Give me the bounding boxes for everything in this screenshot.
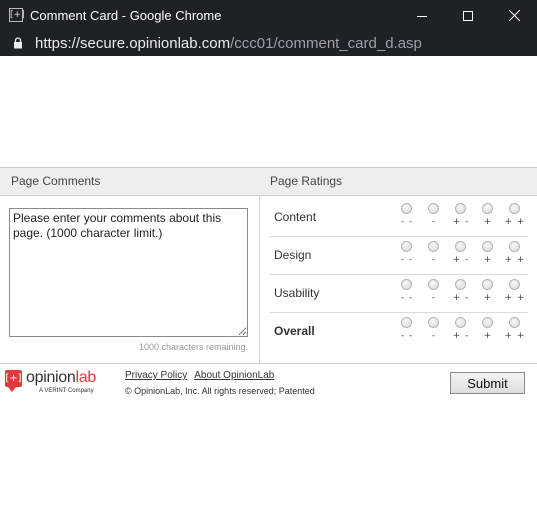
rating-scale-label: - — [431, 331, 437, 341]
minimize-button[interactable] — [399, 0, 445, 31]
rating-option: + — [476, 279, 500, 307]
column-divider — [259, 196, 260, 363]
panel-header-bar: Page Comments Page Ratings — [0, 167, 537, 196]
rating-option: - - — [395, 317, 419, 345]
rating-option: + — [476, 317, 500, 345]
footer-links: Privacy Policy About OpinionLab — [125, 370, 281, 381]
rating-label: Usability — [274, 286, 320, 300]
rating-label: Design — [274, 248, 312, 262]
submit-button[interactable]: Submit — [450, 372, 525, 394]
rating-option: + — [476, 203, 500, 231]
rating-label: Content — [274, 210, 317, 224]
rating-row-overall: Overall - - - + - + + + — [270, 312, 528, 350]
rating-scale-label: + - — [452, 293, 470, 303]
rating-radio-button[interactable] — [455, 241, 466, 252]
app-icon: [+] — [9, 8, 25, 22]
window-title: Comment Card - Google Chrome — [30, 8, 222, 23]
rating-option: + — [476, 241, 500, 269]
rating-radio-button[interactable] — [428, 279, 439, 290]
window-title-bar: [+] Comment Card - Google Chrome — [0, 0, 537, 31]
rating-scale-label: + + — [504, 331, 526, 341]
rating-radio-button[interactable] — [401, 203, 412, 214]
maximize-button[interactable] — [445, 0, 491, 31]
rating-scale-label: + - — [452, 217, 470, 227]
rating-scale-label: - — [431, 217, 437, 227]
close-button[interactable] — [491, 0, 537, 31]
rating-radio-button[interactable] — [482, 317, 493, 328]
rating-scale-label: + — [483, 255, 493, 265]
logo-name: opinionlab — [26, 369, 96, 386]
rating-radio-button[interactable] — [455, 317, 466, 328]
rating-option: - - — [395, 279, 419, 307]
rating-scale-label: + — [483, 217, 493, 227]
rating-option: + + — [503, 203, 527, 231]
about-opinionlab-link[interactable]: About OpinionLab — [194, 370, 274, 381]
url-text: https://secure.opinionlab.com/ccc01/comm… — [35, 31, 422, 56]
rating-scale-label: + - — [452, 255, 470, 265]
minimize-icon — [417, 15, 427, 17]
rating-radio-button[interactable] — [509, 317, 520, 328]
opinionlab-logo: [+] opinionlab A VERINT Company — [5, 369, 115, 396]
rating-label: Overall — [274, 324, 315, 338]
footer-divider — [0, 363, 537, 364]
rating-option: + + — [503, 279, 527, 307]
lock-icon — [14, 37, 22, 49]
rating-radio-button[interactable] — [509, 241, 520, 252]
rating-option: - — [422, 203, 446, 231]
maximize-icon — [463, 10, 473, 21]
rating-radio-button[interactable] — [455, 203, 466, 214]
rating-option: - — [422, 241, 446, 269]
rating-radio-button[interactable] — [509, 279, 520, 290]
rating-radio-button[interactable] — [401, 317, 412, 328]
rating-scale-label: + — [483, 293, 493, 303]
rating-option: - - — [395, 241, 419, 269]
comments-textarea[interactable]: Please enter your comments about this pa… — [9, 208, 248, 337]
rating-option: + + — [503, 241, 527, 269]
rating-scale-label: - - — [400, 255, 414, 265]
rating-option: - - — [395, 203, 419, 231]
url-host: https://secure.opinionlab.com — [35, 35, 231, 52]
page-comments-heading: Page Comments — [11, 174, 101, 188]
rating-option: - — [422, 279, 446, 307]
rating-radio-button[interactable] — [482, 241, 493, 252]
rating-option: + + — [503, 317, 527, 345]
rating-radio-button[interactable] — [428, 317, 439, 328]
copyright-text: © OpinionLab, Inc. All rights reserved; … — [125, 386, 315, 396]
logo-mark-icon: [+] — [5, 370, 22, 392]
rating-row-content: Content - - - + - + + + — [270, 198, 528, 237]
rating-scale-label: + - — [452, 331, 470, 341]
logo-subtitle: A VERINT Company — [39, 388, 94, 394]
rating-row-design: Design - - - + - + + + — [270, 236, 528, 275]
rating-radio-button[interactable] — [401, 241, 412, 252]
rating-option: + - — [449, 241, 473, 269]
rating-scale-label: + + — [504, 255, 526, 265]
rating-option: + - — [449, 279, 473, 307]
rating-radio-button[interactable] — [482, 203, 493, 214]
rating-option: - — [422, 317, 446, 345]
rating-radio-button[interactable] — [455, 279, 466, 290]
address-bar[interactable]: https://secure.opinionlab.com/ccc01/comm… — [0, 31, 537, 56]
rating-row-usability: Usability - - - + - + + + — [270, 274, 528, 313]
rating-scale-label: + + — [504, 217, 526, 227]
rating-radio-button[interactable] — [428, 241, 439, 252]
rating-scale-label: + — [483, 331, 493, 341]
rating-scale-label: - — [431, 255, 437, 265]
characters-remaining: 1000 characters remaining. — [138, 342, 248, 352]
rating-option: + - — [449, 317, 473, 345]
rating-scale-label: - - — [400, 293, 414, 303]
rating-radio-button[interactable] — [428, 203, 439, 214]
rating-scale-label: - — [431, 293, 437, 303]
page-ratings-heading: Page Ratings — [270, 174, 343, 188]
rating-scale-label: - - — [400, 331, 414, 341]
rating-radio-button[interactable] — [509, 203, 520, 214]
close-icon — [508, 10, 520, 21]
url-path: /ccc01/comment_card_d.asp — [230, 35, 422, 52]
rating-radio-button[interactable] — [401, 279, 412, 290]
rating-option: + - — [449, 203, 473, 231]
privacy-policy-link[interactable]: Privacy Policy — [125, 370, 187, 381]
rating-scale-label: - - — [400, 217, 414, 227]
rating-scale-label: + + — [504, 293, 526, 303]
rating-radio-button[interactable] — [482, 279, 493, 290]
